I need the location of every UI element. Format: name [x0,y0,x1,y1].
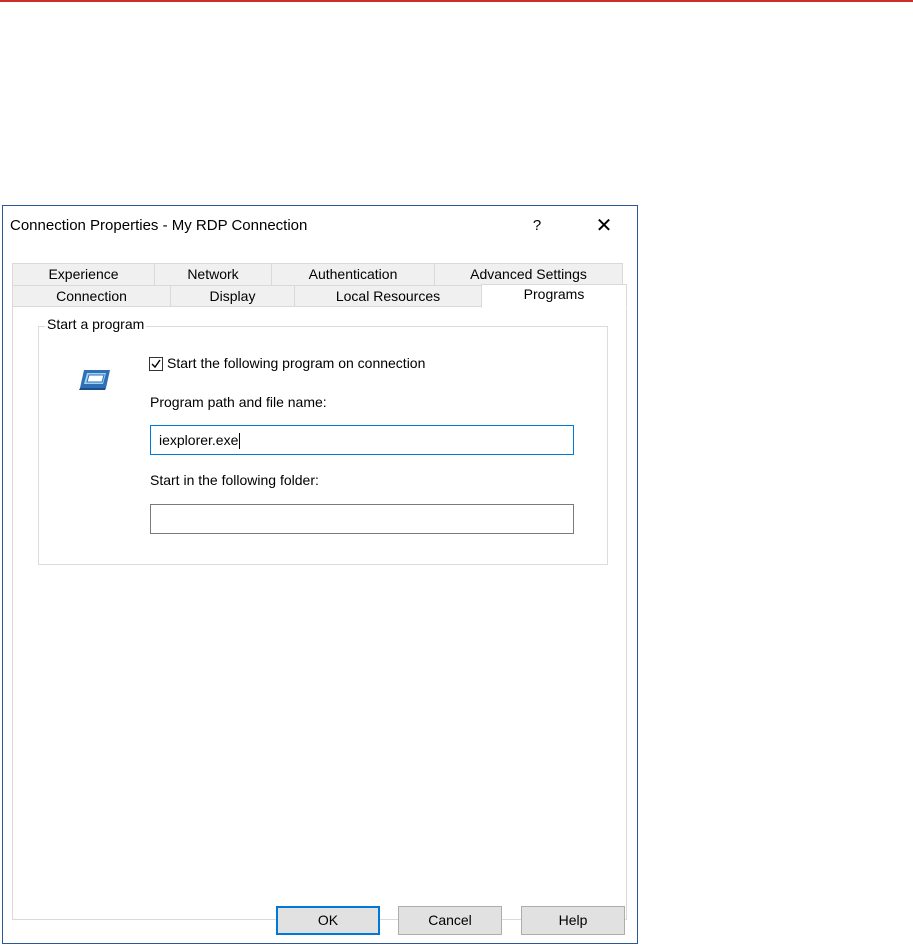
program-path-label: Program path and file name: [150,394,327,410]
program-path-value: iexplorer.exe [159,432,239,448]
remote-program-icon [76,364,116,394]
tab-experience[interactable]: Experience [12,263,155,285]
tab-local-resources[interactable]: Local Resources [294,285,482,307]
start-program-checkbox[interactable] [149,357,163,371]
cancel-button[interactable]: Cancel [398,906,502,935]
tab-connection[interactable]: Connection [12,285,171,307]
start-folder-input[interactable] [150,504,574,534]
help-icon[interactable]: ? [525,212,549,240]
connection-properties-dialog: Connection Properties - My RDP Connectio… [2,205,638,944]
start-program-checkbox-label[interactable]: Start the following program on connectio… [167,355,425,371]
tab-display[interactable]: Display [170,285,295,307]
close-icon[interactable]: ✕ [589,212,619,240]
tab-advanced-settings[interactable]: Advanced Settings [434,263,623,285]
start-folder-label: Start in the following folder: [150,472,319,488]
programs-tab-panel: Start a program Start the following prog… [12,306,627,920]
dialog-title: Connection Properties - My RDP Connectio… [10,217,308,234]
tab-network[interactable]: Network [154,263,272,285]
tab-authentication[interactable]: Authentication [271,263,435,285]
start-program-groupbox: Start a program Start the following prog… [38,316,608,565]
title-bar: Connection Properties - My RDP Connectio… [3,206,637,246]
top-accent-line [0,0,913,2]
start-program-group-label: Start a program [45,316,147,332]
tab-programs[interactable]: Programs [481,284,627,308]
ok-button[interactable]: OK [276,906,380,935]
help-button[interactable]: Help [521,906,625,935]
program-path-input[interactable]: iexplorer.exe [150,425,574,455]
text-caret [239,433,241,450]
